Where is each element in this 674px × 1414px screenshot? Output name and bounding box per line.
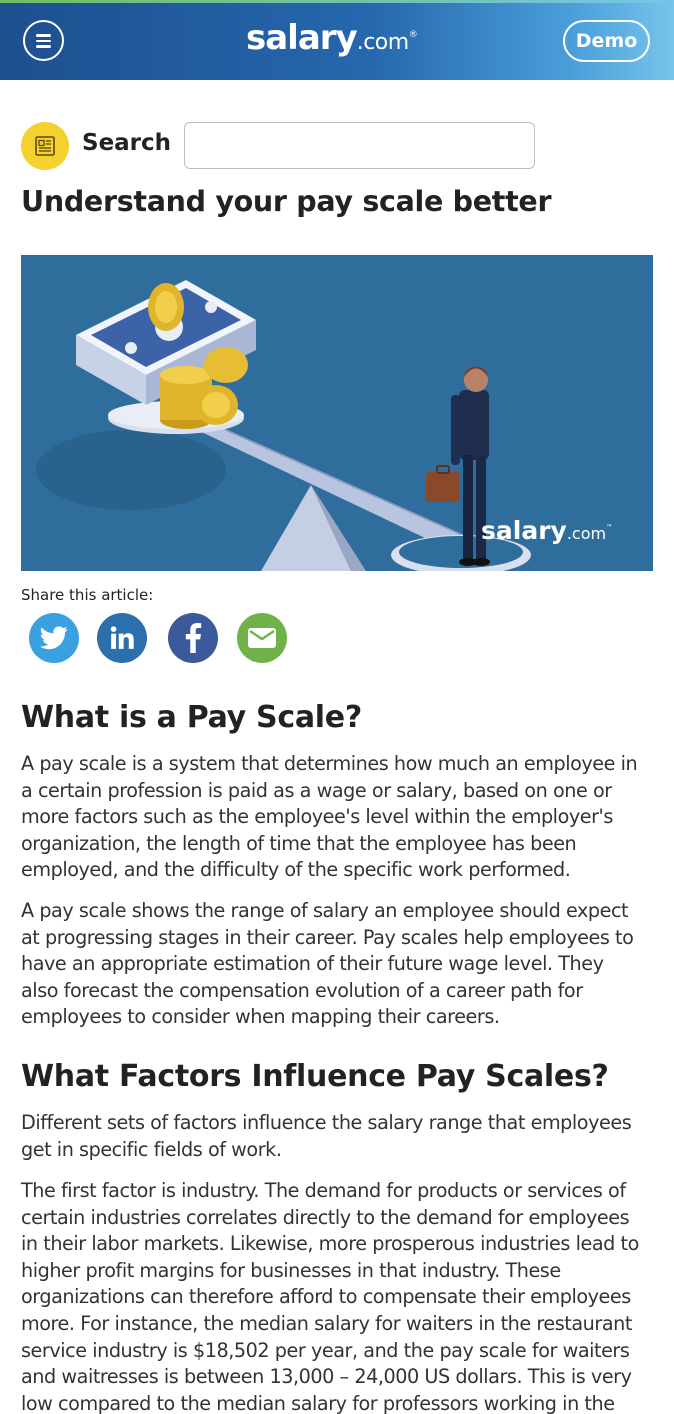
section-heading: What Factors Influence Pay Scales? xyxy=(21,1059,609,1094)
menu-icon-bar xyxy=(36,45,51,48)
search-row: Search xyxy=(21,121,541,171)
email-icon xyxy=(248,628,276,648)
page-title: Understand your pay scale better xyxy=(21,185,552,218)
section-heading: What is a Pay Scale? xyxy=(21,700,362,735)
pay-scale-seesaw-illustration: salary.com™ xyxy=(21,255,653,571)
salary-logo[interactable]: salary.com® xyxy=(246,18,418,58)
facebook-icon xyxy=(185,623,202,653)
facebook-share-button[interactable] xyxy=(168,613,218,663)
menu-icon-bar xyxy=(36,34,51,37)
article-paragraph: A pay scale shows the range of salary an… xyxy=(21,899,634,1029)
twitter-share-button[interactable] xyxy=(29,613,79,663)
linkedin-icon xyxy=(110,626,134,649)
menu-icon-bar xyxy=(36,39,51,42)
search-input[interactable] xyxy=(184,122,535,169)
hero-illustration: salary.com™ xyxy=(21,255,653,571)
menu-button[interactable] xyxy=(23,20,64,61)
logo-registered-mark: ® xyxy=(408,30,418,40)
top-header: salary.com® Demo xyxy=(0,0,674,80)
share-buttons xyxy=(29,613,299,663)
newspaper-icon xyxy=(21,122,69,170)
logo-com-text: .com xyxy=(356,30,409,55)
twitter-icon xyxy=(40,626,68,650)
article-paragraph: A pay scale is a system that determines … xyxy=(21,752,638,882)
demo-button[interactable]: Demo xyxy=(563,20,650,62)
search-label: Search xyxy=(82,130,172,156)
article-paragraph: Different sets of factors influence the … xyxy=(21,1111,632,1161)
article-paragraph: The first factor is industry. The demand… xyxy=(21,1179,639,1414)
logo-main-text: salary xyxy=(246,18,358,58)
email-share-button[interactable] xyxy=(237,613,287,663)
linkedin-share-button[interactable] xyxy=(97,613,147,663)
share-label: Share this article: xyxy=(21,586,154,604)
